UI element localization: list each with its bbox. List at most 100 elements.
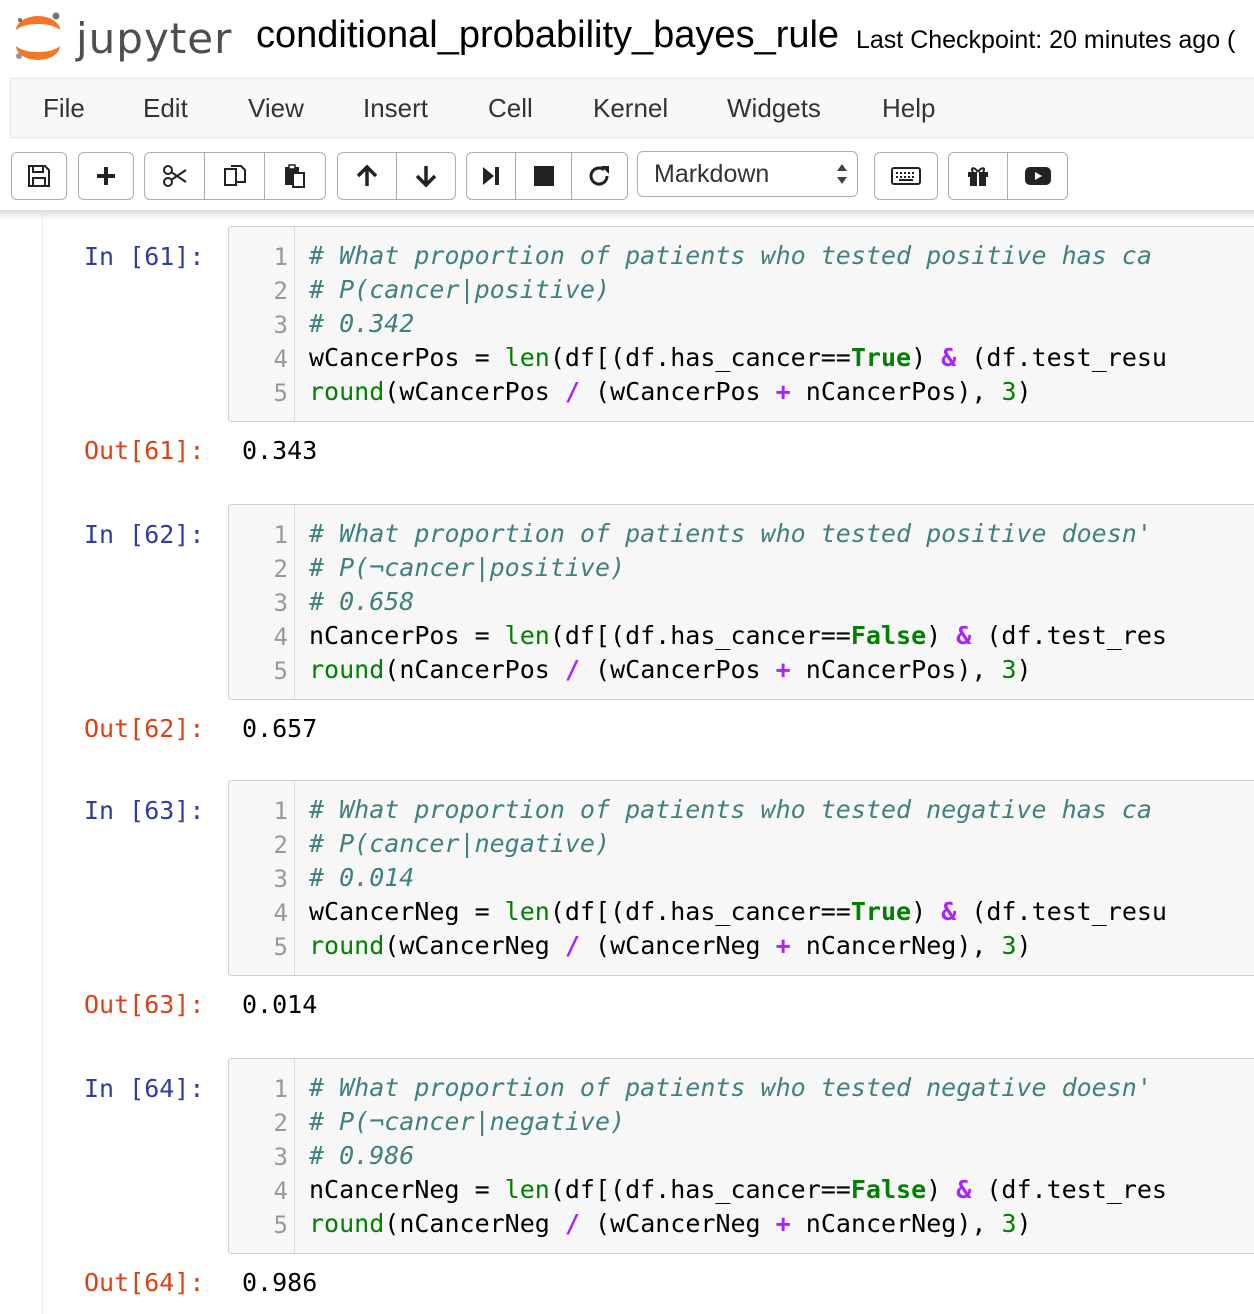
paste-button[interactable] — [265, 153, 325, 199]
sum-var-b: nCancerNeg — [805, 1209, 957, 1238]
jupyter-logo-icon — [16, 12, 60, 60]
menu-widgets[interactable]: Widgets — [727, 93, 821, 124]
code-comment: # What proportion of patients who tested… — [309, 241, 1152, 270]
code-comment: # What proportion of patients who tested… — [309, 1073, 1152, 1102]
input-prompt: In [61]: — [84, 242, 205, 271]
code-editor[interactable]: 1 2 3 4 5 # What proportion of patients who t… — [228, 504, 1254, 700]
line-number: 1 — [273, 521, 288, 549]
output-prompt: Out[63]: — [84, 990, 205, 1019]
code-comment: # 0.658 — [309, 587, 415, 616]
menu-edit[interactable]: Edit — [143, 93, 188, 124]
builtin-round: round — [309, 931, 385, 960]
builtin-len: len — [504, 897, 550, 926]
command-palette-button[interactable] — [874, 152, 938, 200]
menu-view[interactable]: View — [248, 93, 304, 124]
move-down-button[interactable] — [397, 153, 456, 199]
notebook-title[interactable]: conditional_probability_bayes_rule — [256, 14, 839, 57]
menu-help[interactable]: Help — [882, 93, 935, 124]
insert-cell-button[interactable] — [78, 152, 134, 200]
paren: ( — [595, 655, 611, 684]
variable: wCancerNeg — [309, 897, 460, 926]
line-number: 4 — [273, 899, 288, 927]
menu-kernel[interactable]: Kernel — [593, 93, 668, 124]
line-number: 2 — [273, 555, 288, 583]
gift-icon — [968, 167, 988, 186]
output-prompt: Out[64]: — [84, 1268, 205, 1297]
line-number: 3 — [273, 589, 288, 617]
code-comment: # What proportion of patients who tested… — [309, 519, 1152, 548]
youtube-button[interactable] — [1008, 153, 1067, 199]
clipboard-group — [144, 152, 326, 200]
code-comment: # 0.014 — [309, 863, 415, 892]
cell-type-select[interactable]: Markdown — [637, 151, 858, 197]
input-prompt: In [62]: — [84, 520, 205, 549]
paren: ) — [926, 1175, 957, 1204]
line-number: 2 — [273, 831, 288, 859]
copy-icon — [223, 165, 246, 186]
interrupt-button[interactable] — [516, 153, 572, 199]
checkpoint-status: Last Checkpoint: 20 minutes ago ( — [856, 26, 1236, 54]
plus-icon — [97, 167, 115, 185]
menu-file[interactable]: File — [43, 93, 85, 124]
variable: wCancerPos — [309, 343, 460, 372]
move-up-button[interactable] — [338, 153, 397, 199]
number-literal: 3 — [1001, 931, 1017, 960]
menu-cell[interactable]: Cell — [488, 93, 533, 124]
header: jupyter conditional_probability_bayes_ru… — [0, 0, 1254, 78]
cell-type-value: Markdown — [654, 160, 770, 188]
filter-expr: (df[(df.has_cancer== — [549, 897, 851, 926]
assign-op: = — [459, 343, 505, 372]
run-button[interactable] — [467, 153, 517, 199]
cut-icon — [162, 165, 187, 187]
output-value: 0.657 — [242, 714, 318, 743]
number-literal: 3 — [1001, 377, 1017, 406]
sum-var-a: wCancerNeg — [610, 1209, 761, 1238]
menu-insert[interactable]: Insert — [363, 93, 428, 124]
output-prompt: Out[62]: — [84, 714, 205, 743]
code-editor[interactable]: 1 2 3 4 5 # What proportion of patients who t… — [228, 226, 1254, 422]
code-line-assign: nCancerPos = len(df[(df.has_cancer==Fals… — [309, 621, 1167, 650]
output-value: 0.014 — [242, 990, 318, 1019]
code-line-round: round(wCancerNeg / (wCancerNeg + nCancer… — [309, 931, 1032, 960]
output-prompt: Out[61]: — [84, 436, 205, 465]
input-prompt: In [64]: — [84, 1074, 205, 1103]
move-group — [337, 152, 456, 200]
line-number: 1 — [273, 243, 288, 271]
boolean-literal: False — [850, 1175, 927, 1204]
paren: ( — [384, 655, 400, 684]
line-number-gutter: 1 2 3 4 5 — [229, 227, 295, 421]
assign-op: = — [459, 897, 505, 926]
close-paren: ) — [1016, 377, 1032, 406]
copy-button[interactable] — [205, 153, 265, 199]
code-editor[interactable]: 1 2 3 4 5 # What proportion of patients who t… — [228, 780, 1254, 976]
stop-icon — [533, 166, 554, 186]
code-line-assign: wCancerPos = len(df[(df.has_cancer==True… — [309, 343, 1167, 372]
line-number-gutter: 1 2 3 4 5 — [229, 1059, 295, 1253]
paren: ( — [595, 931, 611, 960]
paren: ( — [384, 377, 400, 406]
cut-button[interactable] — [145, 153, 205, 199]
jupyter-logo[interactable]: jupyter — [10, 8, 231, 64]
close-paren: ) — [1016, 931, 1032, 960]
code-comment: # P(cancer|negative) — [309, 829, 611, 858]
code-editor[interactable]: 1 2 3 4 5 # What proportion of patients who t… — [228, 1058, 1254, 1254]
gift-button[interactable] — [949, 153, 1009, 199]
keyboard-icon — [891, 167, 921, 185]
and-operator: & — [956, 621, 972, 650]
save-button[interactable] — [11, 152, 67, 200]
restart-button[interactable] — [572, 153, 627, 199]
filter-tail: (df.test_res — [986, 621, 1167, 650]
sum-var-b: nCancerPos — [805, 655, 957, 684]
boolean-literal: True — [850, 897, 912, 926]
